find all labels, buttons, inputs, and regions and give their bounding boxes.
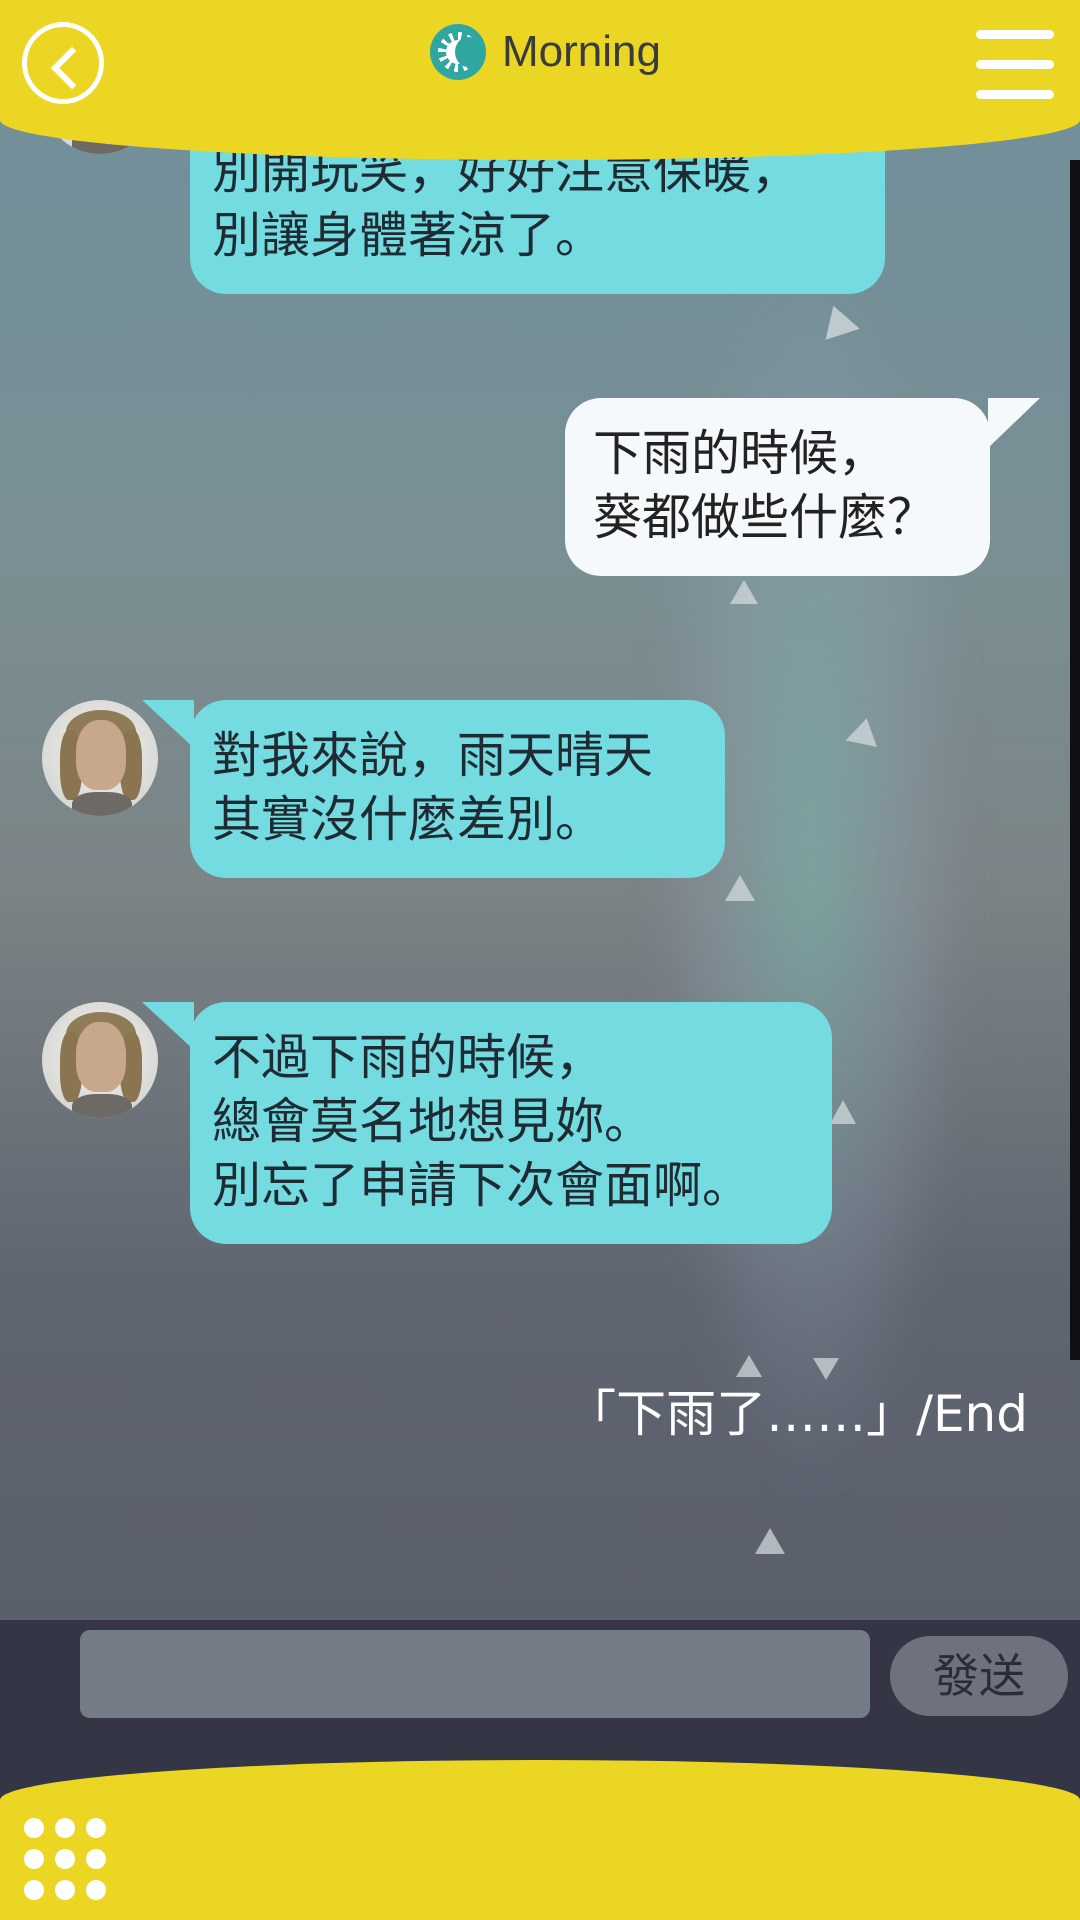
bubble-tail — [142, 700, 194, 748]
bubble-tail — [142, 1002, 194, 1050]
hamburger-menu-icon[interactable] — [976, 30, 1054, 100]
character-message-bubble: 不過下雨的時候， 總會莫名地想見妳。 別忘了申請下次會面啊。 — [190, 1002, 832, 1244]
end-marker: 「下雨了……」/End — [566, 1385, 1028, 1443]
sun-icon — [430, 24, 486, 80]
title-group: Morning — [430, 22, 661, 82]
message-line: 其實沒什麼差別。 — [212, 791, 605, 848]
background-triangle — [730, 580, 758, 604]
bottom-bar — [0, 1760, 1080, 1920]
message-line: 別忘了申請下次會面啊。 — [212, 1157, 752, 1214]
character-avatar[interactable] — [42, 700, 158, 816]
character-avatar[interactable] — [42, 1002, 158, 1118]
message-line: 對我來說，雨天晴天 — [212, 727, 654, 784]
message-line: 不過下雨的時候， — [212, 1029, 605, 1086]
bubble-tail — [988, 398, 1040, 448]
grid-menu-icon[interactable] — [24, 1818, 106, 1900]
user-message-bubble: 下雨的時候， 葵都做些什麼？ — [565, 398, 990, 576]
character-message-bubble: 對我來說，雨天晴天 其實沒什麼差別。 — [190, 700, 725, 878]
back-arrow-icon[interactable] — [22, 22, 104, 104]
message-line: 別讓身體著涼了。 — [212, 207, 605, 264]
message-input[interactable] — [80, 1630, 870, 1718]
message-line: 葵都做些什麼？ — [593, 489, 937, 546]
background-triangle — [725, 875, 755, 901]
page-title: Morning — [502, 27, 661, 76]
scroll-edge — [1070, 160, 1080, 1360]
background-triangle — [830, 1100, 856, 1124]
message-line: 下雨的時候， — [593, 425, 888, 482]
send-button[interactable]: 發送 — [890, 1636, 1068, 1716]
app-header: Morning — [0, 0, 1080, 160]
background-triangle — [755, 1528, 785, 1554]
message-line: 總會莫名地想見妳。 — [212, 1093, 654, 1150]
